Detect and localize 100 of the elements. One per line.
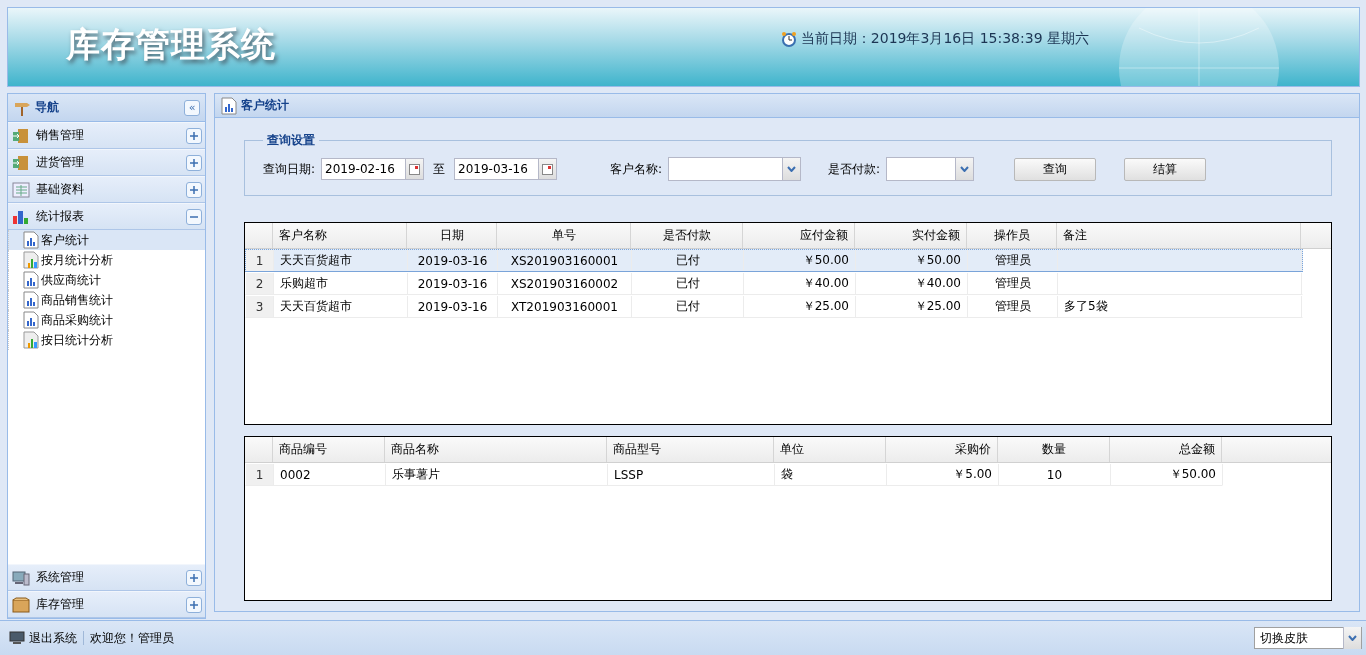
column-header[interactable]: 商品编号: [273, 437, 385, 463]
app-title: 库存管理系统: [66, 23, 276, 66]
table-row[interactable]: 1 天天百货超市 2019-03-16 XS201903160001 已付 ￥50.00 ￥50.00 管理员: [245, 249, 1303, 272]
date-to-field[interactable]: 2019-03-16: [454, 158, 539, 180]
dropdown-icon: [787, 166, 797, 172]
column-header[interactable]: 客户名称: [273, 223, 407, 248]
table-cell: 2019-03-16: [408, 296, 498, 317]
collapse-button[interactable]: «: [184, 99, 200, 116]
paid-label: 是否付款:: [828, 160, 881, 178]
row-number: 1: [246, 250, 274, 271]
nav-group-label: 系统管理: [36, 569, 85, 586]
column-header[interactable]: 是否付款: [631, 223, 743, 248]
table-cell: XT201903160001: [498, 296, 632, 317]
customer-label: 客户名称:: [610, 160, 663, 178]
table-cell: XS201903160001: [498, 250, 632, 271]
box-icon: [12, 596, 30, 613]
column-header[interactable]: 总金额: [1110, 437, 1222, 463]
table-cell: 袋: [775, 464, 887, 486]
calendar-button[interactable]: [405, 158, 425, 180]
table-cell: ￥40.00: [744, 273, 856, 294]
expand-icon[interactable]: [186, 596, 202, 613]
nav-group-label: 销售管理: [36, 127, 85, 144]
nav-group-label: 库存管理: [36, 596, 85, 613]
column-header[interactable]: 单号: [497, 223, 631, 248]
customer-select[interactable]: [668, 157, 802, 181]
column-header[interactable]: 单位: [774, 437, 886, 463]
report-icon: [23, 291, 39, 309]
report-icon: [23, 311, 39, 329]
to-label: 至: [433, 160, 446, 178]
monitor-icon: [9, 631, 25, 645]
column-header[interactable]: 实付金额: [855, 223, 967, 248]
nav-group-label: 基础资料: [36, 181, 85, 198]
nav-group[interactable]: 系统管理: [8, 564, 205, 591]
table-cell: ￥50.00: [744, 250, 856, 271]
table-cell: 管理员: [968, 273, 1058, 294]
logout-link[interactable]: 退出系统: [9, 629, 77, 647]
table-row[interactable]: 1 0002 乐事薯片 LSSP 袋 ￥5.00 10 ￥50.00: [245, 463, 1223, 487]
expand-icon[interactable]: [186, 569, 202, 586]
calendar-button[interactable]: [538, 158, 558, 180]
column-header[interactable]: 备注: [1057, 223, 1301, 248]
settle-button[interactable]: 结算: [1124, 157, 1207, 181]
column-header[interactable]: 日期: [407, 223, 497, 248]
welcome-text: 欢迎您！管理员: [90, 629, 174, 647]
table-cell: 2019-03-16: [408, 250, 498, 271]
expand-icon[interactable]: [186, 127, 202, 144]
nav-group-label: 统计报表: [36, 208, 85, 225]
nav-item[interactable]: 客户统计: [8, 230, 205, 250]
nav-group[interactable]: 进货管理: [8, 149, 205, 176]
date-label: 查询日期:: [263, 160, 316, 178]
paid-select[interactable]: [886, 157, 975, 181]
table-row[interactable]: 2 乐购超市 2019-03-16 XS201903160002 已付 ￥40.00 ￥40.00 管理员: [245, 272, 1303, 295]
report-icon: [221, 96, 237, 115]
computer-icon: [12, 569, 30, 586]
table-cell: 乐事薯片: [386, 464, 608, 486]
column-header[interactable]: 应付金额: [743, 223, 855, 248]
column-header[interactable]: 商品型号: [607, 437, 774, 463]
table-cell: 管理员: [968, 296, 1058, 317]
row-number: 3: [246, 296, 274, 317]
column-header[interactable]: 采购价: [886, 437, 998, 463]
chart-document-icon: [23, 251, 39, 269]
row-number: 2: [246, 273, 274, 294]
report-icon: [23, 271, 39, 289]
date-from-field[interactable]: 2019-02-16: [321, 158, 406, 180]
table-cell: 多了5袋: [1058, 296, 1302, 317]
table-cell: 已付: [632, 250, 744, 271]
door-icon: [12, 127, 30, 144]
table-cell: 管理员: [968, 250, 1058, 271]
table-cell: ￥25.00: [856, 296, 968, 317]
table-cell: XS201903160002: [498, 273, 632, 294]
calendar-icon: [542, 163, 554, 175]
table-cell: 乐购超市: [274, 273, 408, 294]
nav-group[interactable]: 统计报表: [8, 203, 205, 230]
row-number: 1: [246, 464, 274, 486]
column-header[interactable]: 商品名称: [385, 437, 607, 463]
table-cell: 10: [999, 464, 1111, 486]
table-row[interactable]: 3 天天百货超市 2019-03-16 XT201903160001 已付 ￥25.00 ￥25.00 管理员 多了5袋: [245, 295, 1303, 318]
column-header[interactable]: 数量: [998, 437, 1110, 463]
table-cell: ￥50.00: [1111, 464, 1223, 486]
query-legend: 查询设置: [263, 132, 319, 149]
expand-icon[interactable]: [186, 154, 202, 171]
dropdown-icon: [1348, 635, 1357, 641]
table-cell: ￥25.00: [744, 296, 856, 317]
alarm-clock-icon: [780, 31, 797, 47]
nav-group-label: 进货管理: [36, 154, 85, 171]
table-cell: ￥40.00: [856, 273, 968, 294]
sidebar-title: 导航: [35, 99, 60, 116]
query-button[interactable]: 查询: [1014, 157, 1097, 181]
door-icon: [12, 154, 30, 171]
nav-group[interactable]: 销售管理: [8, 122, 205, 149]
table-cell: LSSP: [608, 464, 775, 486]
nav-group[interactable]: 库存管理: [8, 591, 205, 618]
column-header[interactable]: 操作员: [967, 223, 1057, 248]
skin-select[interactable]: 切换皮肤: [1254, 627, 1362, 649]
table-cell: 0002: [274, 464, 386, 486]
table-cell: 天天百货超市: [274, 250, 408, 271]
spreadsheet-icon: [12, 181, 30, 198]
chart-document-icon: [23, 331, 39, 349]
nav-group[interactable]: 基础资料: [8, 176, 205, 203]
collapse-icon[interactable]: [186, 208, 202, 225]
expand-icon[interactable]: [186, 181, 202, 198]
